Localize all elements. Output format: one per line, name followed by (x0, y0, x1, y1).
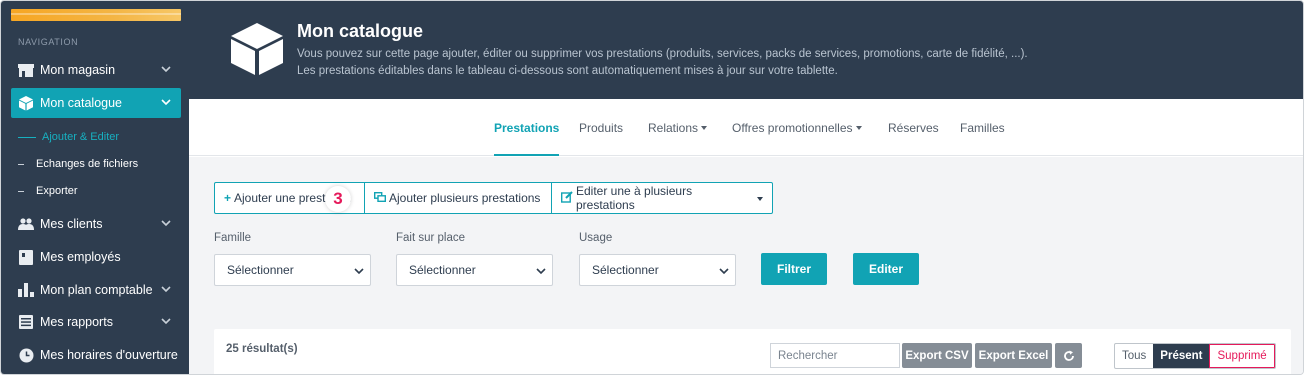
caret-down-icon (757, 196, 763, 201)
results-count: 25 résultat(s) (226, 343, 298, 355)
status-filter-toggle: Tous Présent Supprimé (1114, 343, 1276, 369)
add-multiple-prestations-button[interactable]: Ajouter plusieurs prestations (365, 183, 552, 213)
select-value: Sélectionner (227, 263, 294, 277)
plus-icon: + (224, 191, 232, 205)
edit-button[interactable]: Editer (853, 253, 919, 285)
sidebar-item-label: Mon plan comptable (40, 283, 153, 297)
filter-button[interactable]: Filtrer (761, 253, 827, 285)
chevron-down-icon (161, 220, 171, 227)
edit-multiple-prestations-button[interactable]: Editer une à plusieurs prestations (552, 183, 772, 213)
sidebar-item-mes-clients[interactable]: Mes clients (11, 209, 181, 239)
caret-down-icon (855, 126, 862, 130)
tab-bar: Prestations Produits Relations Offres pr… (189, 99, 1303, 156)
id-card-icon (18, 249, 34, 265)
submenu-dash (18, 163, 24, 165)
caret-down-icon (701, 126, 708, 130)
tab-familles[interactable]: Familles (960, 99, 1005, 156)
tab-label: Réserves (888, 120, 939, 135)
main-content: + Ajouter une prestation Ajouter plusieu… (189, 157, 1303, 374)
list-icon (18, 314, 34, 330)
refresh-icon (1063, 350, 1074, 361)
search-input[interactable]: Rechercher (770, 343, 900, 368)
tab-label: Relations (648, 120, 699, 135)
button-label: Ajouter plusieurs prestations (389, 191, 541, 205)
copy-icon (373, 191, 387, 205)
sidebar-item-label: Mes horaires d'ouverture (40, 348, 178, 362)
tab-reserves[interactable]: Réserves (888, 99, 939, 156)
submenu-item-exporter[interactable]: Exporter (18, 185, 78, 197)
tab-relations[interactable]: Relations (648, 99, 708, 156)
step-badge: 3 (325, 186, 351, 212)
sidebar: NAVIGATION Mon magasin Mon catalogue Ajo… (1, 1, 189, 374)
page-description: Vous pouvez sur cette page ajouter, édit… (297, 46, 1197, 80)
tab-label: Offres promotionnelles (732, 120, 853, 135)
usage-select[interactable]: Sélectionner (579, 254, 736, 286)
sidebar-item-mes-horaires[interactable]: Mes horaires d'ouverture (11, 340, 181, 370)
page-title: Mon catalogue (297, 21, 424, 41)
edit-icon (560, 190, 573, 206)
button-label: Editer une à plusieurs prestations (576, 184, 693, 212)
tab-label: Familles (960, 120, 1005, 135)
filter-label-famille: Famille (214, 232, 252, 244)
filter-label-fait-sur-place: Fait sur place (396, 232, 466, 244)
refresh-button[interactable] (1055, 343, 1082, 368)
tab-prestations[interactable]: Prestations (494, 99, 560, 156)
box-icon (18, 95, 34, 111)
box-icon (231, 23, 283, 75)
export-csv-button[interactable]: Export CSV (902, 343, 972, 368)
export-excel-button[interactable]: Export Excel (975, 343, 1052, 368)
fait-sur-place-select[interactable]: Sélectionner (396, 254, 553, 286)
shop-icon (18, 62, 34, 78)
tab-label: Prestations (494, 120, 560, 135)
submenu-item-echanges-fichiers[interactable]: Echanges de fichiers (18, 158, 138, 170)
submenu-dash (18, 136, 36, 138)
sidebar-item-mes-rapports[interactable]: Mes rapports (11, 307, 181, 337)
action-button-group: + Ajouter une prestation Ajouter plusieu… (214, 182, 773, 214)
sidebar-item-label: Mon catalogue (40, 96, 123, 110)
famille-select[interactable]: Sélectionner (214, 254, 371, 286)
submenu-label: Ajouter & Editer (42, 131, 120, 143)
description-line-2: Les prestations éditables dans le tablea… (297, 65, 838, 77)
nav-heading: NAVIGATION (18, 37, 79, 47)
sidebar-item-label: Mes clients (40, 217, 103, 231)
sidebar-item-mon-magasin[interactable]: Mon magasin (11, 55, 181, 85)
status-deleted-option[interactable]: Supprimé (1209, 344, 1275, 368)
sidebar-item-label: Mes employés (40, 250, 121, 264)
users-icon (18, 216, 34, 232)
sidebar-item-mes-employes[interactable]: Mes employés (11, 242, 181, 272)
status-all-option[interactable]: Tous (1115, 344, 1153, 368)
results-panel: 25 résultat(s) Rechercher Export CSV Exp… (214, 329, 1291, 374)
chevron-down-icon (161, 66, 171, 73)
select-value: Sélectionner (409, 263, 476, 277)
chevron-down-icon (161, 286, 171, 293)
sidebar-item-label: Mes rapports (40, 315, 113, 329)
sidebar-item-mon-plan-comptable[interactable]: Mon plan comptable (11, 275, 181, 305)
select-value: Sélectionner (592, 263, 659, 277)
chevron-down-icon (354, 268, 364, 275)
status-present-option[interactable]: Présent (1153, 344, 1210, 368)
chevron-down-icon (161, 99, 171, 106)
submenu-dash (18, 190, 24, 192)
sidebar-item-label: Mon magasin (40, 63, 116, 77)
bar-chart-icon (18, 282, 34, 298)
sidebar-item-mon-catalogue[interactable]: Mon catalogue (11, 88, 181, 118)
submenu-label: Exporter (36, 185, 78, 197)
tab-offres-promotionnelles[interactable]: Offres promotionnelles (732, 99, 862, 156)
app-window: NAVIGATION Mon magasin Mon catalogue Ajo… (0, 0, 1304, 375)
chevron-down-icon (536, 268, 546, 275)
clock-icon (18, 347, 34, 363)
tab-produits[interactable]: Produits (579, 99, 623, 156)
chevron-down-icon (719, 268, 729, 275)
brand-logo-bar[interactable] (11, 9, 181, 21)
tab-label: Produits (579, 120, 624, 135)
submenu-label: Echanges de fichiers (36, 158, 139, 170)
filter-label-usage: Usage (579, 232, 613, 244)
page-header: Mon catalogue Vous pouvez sur cette page… (189, 1, 1303, 99)
description-line-1: Vous pouvez sur cette page ajouter, édit… (297, 48, 1028, 60)
chevron-down-icon (161, 318, 171, 325)
submenu-item-ajouter-editer[interactable]: Ajouter & Editer (18, 131, 119, 143)
